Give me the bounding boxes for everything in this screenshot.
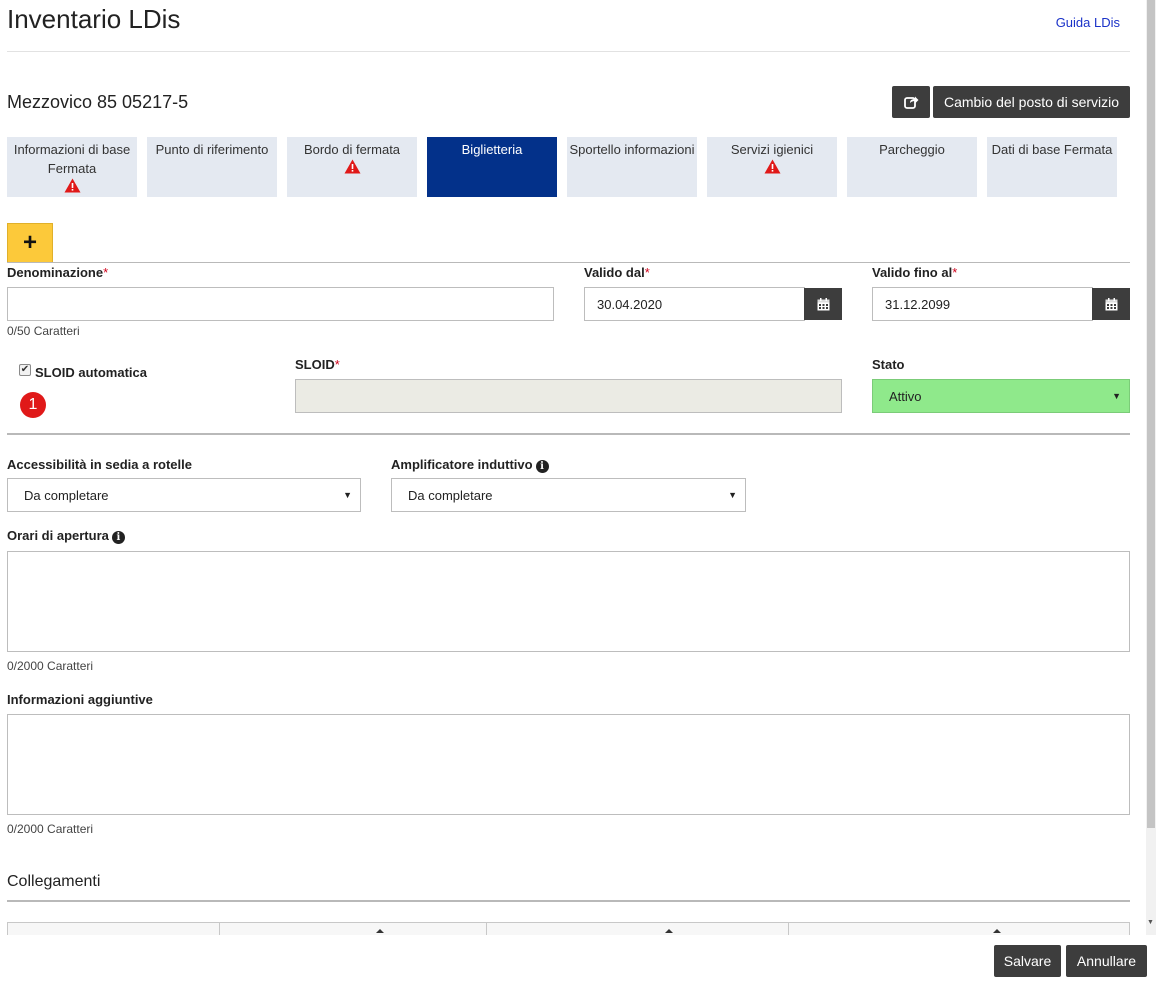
denominazione-label: Denominazione*	[7, 265, 109, 280]
links-divider	[7, 900, 1130, 902]
cancel-button[interactable]: Annullare	[1066, 945, 1147, 977]
tab-label: Biglietteria	[461, 142, 523, 157]
stato-value: Attivo	[889, 388, 922, 404]
dropdown-arrow-icon: ▼	[343, 490, 352, 500]
table-column-divider	[788, 923, 789, 935]
informazioni-textarea[interactable]	[7, 714, 1130, 815]
warning-icon	[764, 159, 780, 174]
section-divider	[7, 433, 1130, 435]
save-button[interactable]: Salvare	[994, 945, 1061, 977]
change-service-point-button[interactable]: Cambio del posto di servizio	[933, 86, 1130, 118]
vertical-scrollbar[interactable]: ▼	[1146, 0, 1156, 935]
orari-textarea[interactable]	[7, 551, 1130, 652]
dropdown-arrow-icon: ▼	[1112, 391, 1121, 401]
footer-bar: Salvare Annullare	[0, 935, 1156, 983]
stato-label: Stato	[872, 357, 905, 372]
info-icon[interactable]: i	[535, 460, 549, 473]
valido-dal-calendar-button[interactable]	[804, 288, 842, 320]
tab-label: Servizi igienici	[730, 142, 814, 157]
calendar-icon	[817, 297, 829, 310]
accessibilita-value: Da completare	[24, 487, 109, 503]
accessibilita-label: Accessibilità in sedia a rotelle	[7, 457, 192, 472]
scrollbar-thumb[interactable]	[1147, 0, 1155, 828]
valido-fino-label: Valido fino al*	[872, 265, 958, 280]
step-badge: 1	[20, 392, 46, 418]
tab-label: Parcheggio	[879, 142, 945, 157]
info-icon[interactable]: i	[111, 531, 125, 544]
links-table-header	[7, 922, 1130, 935]
share-button[interactable]	[892, 86, 930, 118]
header-divider	[7, 51, 1130, 52]
informazioni-counter: 0/2000 Caratteri	[7, 822, 94, 836]
sloid-input	[295, 379, 842, 413]
calendar-icon	[1105, 297, 1117, 310]
tab-stop-base-data[interactable]: Dati di base Fermata	[987, 137, 1117, 197]
tab-label: Sportello informazioni	[569, 142, 695, 157]
tab-basic-info[interactable]: Informazioni di base Fermata	[7, 137, 137, 197]
tab-parking[interactable]: Parcheggio	[847, 137, 977, 197]
tab-reference-point[interactable]: Punto di riferimento	[147, 137, 277, 197]
valido-dal-input[interactable]	[584, 287, 805, 321]
accessibilita-select[interactable]: Da completare ▼	[7, 478, 361, 512]
add-ticket-office-button[interactable]: +	[7, 223, 53, 262]
valido-dal-label: Valido dal*	[584, 265, 650, 280]
table-column-divider	[486, 923, 487, 935]
tab-toilets[interactable]: Servizi igienici	[707, 137, 837, 197]
informazioni-label: Informazioni aggiuntive	[7, 692, 153, 707]
orari-label: Orari di apertura i	[7, 528, 125, 544]
share-icon	[903, 96, 918, 109]
tab-label: Dati di base Fermata	[991, 142, 1113, 157]
tab-info-desk[interactable]: Sportello informazioni	[567, 137, 697, 197]
warning-icon	[344, 159, 360, 174]
table-column-divider	[219, 923, 220, 935]
denominazione-counter: 0/50 Caratteri	[7, 324, 80, 338]
tab-label: Punto di riferimento	[155, 142, 269, 157]
stato-select[interactable]: Attivo ▼	[872, 379, 1130, 413]
denominazione-input[interactable]	[7, 287, 554, 321]
app-title: Inventario LDis	[7, 4, 181, 34]
sloid-auto-checkbox[interactable]: ✔	[19, 364, 31, 376]
valido-fino-input[interactable]	[872, 287, 1093, 321]
warning-icon	[64, 178, 80, 193]
tab-ticket-office[interactable]: Biglietteria	[427, 137, 557, 197]
amplificatore-value: Da completare	[408, 487, 493, 503]
help-link[interactable]: Guida LDis	[1056, 15, 1120, 30]
scroll-down-arrow-icon[interactable]: ▼	[1147, 919, 1154, 926]
sloid-auto-label: SLOID automatica	[35, 365, 147, 380]
tab-label: Bordo di fermata	[303, 142, 401, 157]
form-divider	[7, 262, 1130, 263]
dropdown-arrow-icon: ▼	[728, 490, 737, 500]
amplificatore-label: Amplificatore induttivo i	[391, 457, 549, 473]
links-section-title: Collegamenti	[7, 873, 101, 890]
orari-counter: 0/2000 Caratteri	[7, 659, 94, 673]
tab-stop-edge[interactable]: Bordo di fermata	[287, 137, 417, 197]
main-content: Inventario LDis Guida LDis Mezzovico 85 …	[0, 0, 1146, 935]
amplificatore-select[interactable]: Da completare ▼	[391, 478, 746, 512]
valido-fino-calendar-button[interactable]	[1092, 288, 1130, 320]
tab-bar: Informazioni di base Fermata Punto di ri…	[7, 137, 1130, 197]
stop-name: Mezzovico 85 05217-5	[7, 92, 189, 112]
tab-label: Informazioni di base Fermata	[13, 142, 131, 176]
sloid-label: SLOID*	[295, 357, 340, 372]
